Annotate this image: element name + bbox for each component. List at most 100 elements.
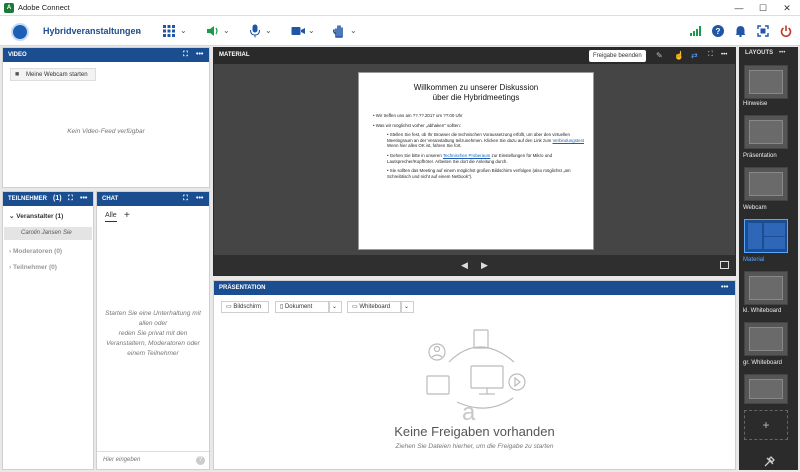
layout-label: Webcam	[743, 205, 767, 211]
connect-logo-icon[interactable]	[11, 23, 29, 41]
layout-hinweise[interactable]	[744, 65, 788, 99]
start-webcam-button[interactable]: ■ Meine Webcam starten	[10, 68, 96, 81]
microphone-chevron-icon[interactable]: ⌄	[265, 26, 272, 35]
help-icon[interactable]: ?	[712, 25, 724, 37]
presentation-slide: Willkommen zu unserer Diskussion über di…	[358, 72, 594, 250]
slide-navigation: ◀ ▶	[214, 255, 735, 275]
draw-tool-icon[interactable]: ✎	[656, 51, 663, 60]
video-pod-title: VIDEO	[8, 52, 27, 58]
group-participants[interactable]: › Teilnehmer (0)	[9, 264, 57, 271]
pod-menu-icon[interactable]: •••	[196, 192, 203, 206]
start-webcam-label: Meine Webcam starten	[26, 72, 88, 78]
test-room-link[interactable]: Technischen Proberaum	[443, 153, 490, 158]
presentation-pod-header: PRÄSENTATION •••	[214, 281, 735, 295]
share-screen-button[interactable]: ▭ Bildschirm	[221, 301, 269, 313]
power-icon[interactable]	[780, 25, 792, 37]
share-document-button[interactable]: ▯ Dokument	[275, 301, 329, 313]
add-chat-tab-icon[interactable]: +	[124, 210, 130, 221]
pointer-icon[interactable]: ☝	[674, 51, 684, 60]
layout-presentation[interactable]	[744, 115, 788, 149]
add-layout-button[interactable]: +	[744, 410, 788, 440]
layouts-menu-icon[interactable]: •••	[779, 50, 785, 56]
presentation-pod-title: PRÄSENTATION	[219, 285, 266, 291]
attendees-pod: TEILNEHMER (1) ⛶ ••• ⌄ Veranstalter (1) …	[2, 191, 94, 470]
connection-test-link[interactable]: Verbindungstest	[553, 138, 585, 143]
whiteboard-dropdown[interactable]: ⌄	[401, 301, 414, 313]
svg-text:?: ?	[716, 27, 721, 36]
menu-bar: Hybridveranstaltungen ⌄ ⌄ ⌄ ⌄ ⌄ ⌄ ?	[0, 16, 800, 46]
material-pod-title: MATERIAL	[219, 52, 250, 58]
connection-status-icon[interactable]	[690, 26, 702, 36]
layout-material[interactable]	[744, 219, 788, 253]
svg-text:a: a	[462, 399, 476, 426]
layout-small-whiteboard[interactable]	[744, 271, 788, 305]
slide-title: Willkommen zu unserer Diskussion über di…	[413, 83, 539, 102]
slide-body: • Wir treffen uns am ??.??.2017 um ??:00…	[373, 113, 585, 179]
minimize-button[interactable]: —	[732, 2, 746, 14]
speaker-icon[interactable]	[206, 24, 220, 38]
pod-menu-icon[interactable]: •••	[80, 192, 87, 206]
share-illustration-icon: a	[426, 329, 526, 426]
video-pod: VIDEO ⛶ ••• ■ Meine Webcam starten Kein …	[2, 47, 210, 188]
no-shares-subtitle: Ziehen Sie Dateien hierher, um die Freig…	[395, 443, 554, 450]
close-button[interactable]: ✕	[780, 2, 794, 14]
layout-large-whiteboard[interactable]	[744, 322, 788, 356]
tab-all[interactable]: Alle	[105, 212, 117, 222]
pod-menu-icon[interactable]: •••	[196, 48, 203, 62]
video-pod-header: VIDEO ⛶ •••	[3, 48, 209, 62]
chat-input-placeholder: Hier eingeben	[103, 457, 141, 463]
room-menu-chevron-icon[interactable]: ⌄	[135, 26, 142, 35]
chat-input[interactable]: Hier eingeben ?	[97, 451, 209, 469]
maximize-pod-icon[interactable]: ⛶	[183, 192, 188, 206]
layout-label: kl. Whiteboard	[743, 308, 782, 314]
sidebar-toggle-icon[interactable]	[720, 261, 729, 269]
pod-menu-icon[interactable]: •••	[721, 52, 727, 58]
no-shares-title: Keine Freigaben vorhanden	[394, 424, 555, 439]
attendees-pod-header: TEILNEHMER (1) ⛶ •••	[3, 192, 93, 206]
no-video-feed-text: Kein Video-Feed verfügbar	[67, 128, 145, 135]
attendee-row[interactable]: Carolin Jansen Sie	[4, 227, 92, 240]
sync-icon[interactable]: ⇄	[691, 51, 698, 60]
chat-pod-title: CHAT	[102, 196, 119, 202]
layout-label: Präsentation	[743, 153, 777, 159]
chat-empty-info: Starten Sie eine Unterhaltung mit allen …	[105, 310, 201, 357]
apps-chevron-icon[interactable]: ⌄	[180, 26, 187, 35]
apps-grid-icon[interactable]	[163, 25, 175, 37]
pod-menu-icon[interactable]: •••	[721, 281, 728, 295]
title-bar: A Adobe Connect — ☐ ✕	[0, 0, 800, 16]
raise-hand-icon[interactable]	[333, 24, 345, 38]
attendees-pod-title: TEILNEHMER	[8, 196, 47, 202]
material-pod-header: MATERIAL Freigabe beenden ✎ ☝ ⇄ ⛶ •••	[214, 48, 735, 64]
notifications-icon[interactable]	[735, 25, 746, 37]
tools-icon[interactable]	[764, 456, 775, 467]
maximize-button[interactable]: ☐	[756, 2, 770, 14]
share-whiteboard-button[interactable]: ▭ Whiteboard	[347, 301, 401, 313]
chat-help-icon[interactable]: ?	[196, 456, 205, 465]
camera-icon[interactable]	[291, 25, 305, 37]
maximize-pod-icon[interactable]: ⛶	[68, 192, 73, 206]
document-dropdown[interactable]: ⌄	[329, 301, 342, 313]
group-presenters[interactable]: › Moderatoren (0)	[9, 248, 62, 255]
raise-hand-chevron-icon[interactable]: ⌄	[350, 26, 357, 35]
presentation-pod: PRÄSENTATION ••• ▭ Bildschirm ▯ Dokument…	[213, 280, 736, 470]
microphone-icon[interactable]	[249, 24, 261, 38]
layout-custom[interactable]	[744, 374, 788, 404]
layout-label-active: Material	[743, 257, 765, 263]
chat-pod: CHAT ⛶ ••• Alle + Starten Sie eine Unter…	[96, 191, 210, 470]
webcam-icon: ■	[15, 71, 20, 78]
room-name[interactable]: Hybridveranstaltungen	[43, 26, 141, 36]
previous-slide-icon[interactable]: ◀	[461, 260, 468, 271]
maximize-pod-icon[interactable]: ⛶	[183, 48, 188, 62]
attendee-self-tag: Sie	[63, 230, 72, 236]
layout-webcam[interactable]	[744, 167, 788, 201]
next-slide-icon[interactable]: ▶	[481, 260, 488, 271]
speaker-chevron-icon[interactable]: ⌄	[223, 26, 230, 35]
attendees-count: (1)	[53, 195, 62, 202]
group-hosts[interactable]: ⌄ Veranstalter (1)	[9, 212, 63, 220]
stop-sharing-button[interactable]: Freigabe beenden	[589, 50, 646, 62]
fullscreen-icon[interactable]	[757, 25, 769, 37]
maximize-pod-icon[interactable]: ⛶	[708, 51, 713, 59]
layout-label: gr. Whiteboard	[743, 360, 783, 366]
camera-chevron-icon[interactable]: ⌄	[308, 26, 315, 35]
layout-label: Hinweise	[743, 101, 768, 107]
